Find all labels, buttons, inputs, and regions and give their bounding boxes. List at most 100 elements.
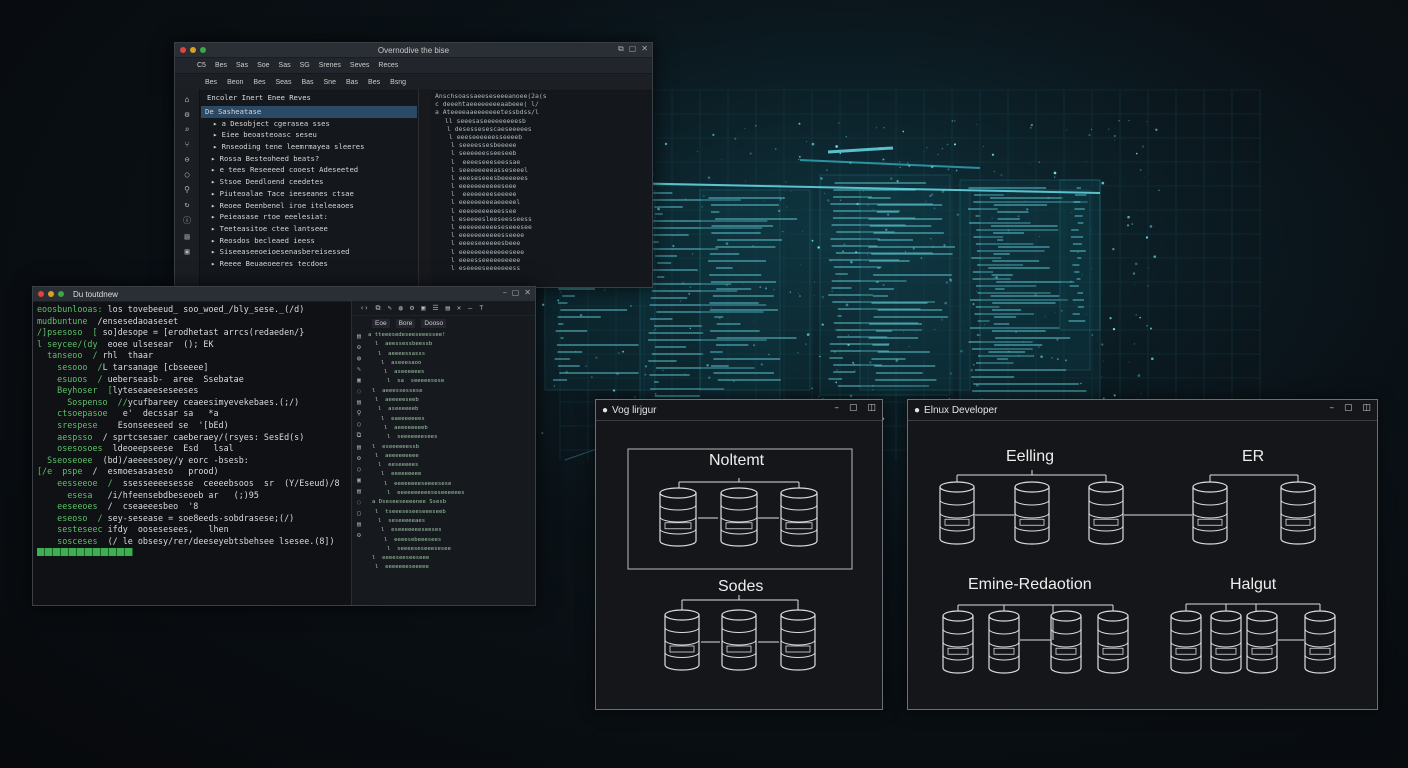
toolbar-item[interactable]: Beon <box>227 79 243 86</box>
command-text: (/ le obsesy/rer/deeseyebtsbehsee lsesee… <box>107 535 335 546</box>
list-icon[interactable]: ☰ <box>432 304 438 312</box>
sparkle <box>1147 285 1149 287</box>
menu-item[interactable]: Bes <box>215 62 227 69</box>
menu-item[interactable]: Srenes <box>319 62 341 69</box>
gutter-icon[interactable]: ▢ <box>357 509 361 517</box>
command-text: ssesseeeesesse ceeeebsoos sr (Y/Eseud)/8 <box>122 477 340 488</box>
menu-item[interactable]: Seves <box>350 62 369 69</box>
globe-icon[interactable]: ◍ <box>399 304 403 312</box>
folder-icon[interactable]: ▤ <box>185 232 190 241</box>
tree-row[interactable]: ▸ Rossa Besteoheed beats? <box>201 153 417 165</box>
toolbar-item[interactable]: Bes <box>368 79 380 86</box>
cylinder-band <box>1097 628 1129 635</box>
gutter-icon[interactable]: ▤ <box>357 332 361 340</box>
gutter-icon[interactable]: ▤ <box>357 487 361 495</box>
close-dot-icon[interactable] <box>38 291 44 297</box>
toolbar-item[interactable]: Bas <box>346 79 358 86</box>
sparkle <box>1109 316 1112 320</box>
menu-item[interactable]: Soe <box>257 62 269 69</box>
gear-icon[interactable]: ⚙ <box>185 110 190 119</box>
gutter-icon[interactable]: ⚙ <box>357 343 361 351</box>
menu-item[interactable]: Sas <box>236 62 248 69</box>
tree-row[interactable]: ▸ Reeee Beuaeoeeres tecdoes <box>201 258 417 270</box>
gutter-icon[interactable]: ▤ <box>357 520 361 528</box>
branch-icon[interactable]: ⑂ <box>185 140 190 149</box>
gutter-icon[interactable]: ▣ <box>357 376 361 384</box>
maximize-dot-icon[interactable] <box>58 291 64 297</box>
tree-row[interactable]: ▸ Teeteasitoe ctee lantseee <box>201 223 417 235</box>
gutter-icon[interactable]: ✎ <box>357 365 361 373</box>
edit-icon[interactable]: ✎ <box>387 304 391 312</box>
gutter-icon[interactable]: ◌ <box>357 387 361 395</box>
tree-row[interactable]: ▸ Rnseoding tene leemrmayea sleeres <box>201 141 417 153</box>
pin-icon[interactable]: ⚲ <box>184 185 190 194</box>
minimize-icon[interactable]: – <box>503 288 507 297</box>
code-editor[interactable]: Anschsoassaeeseseeeanoee(2a(s c deeehtaee… <box>418 89 652 287</box>
tree-row[interactable]: ▸ Stsoe Deedloend ceedetes <box>201 176 417 188</box>
gutter-icon[interactable]: ⚙ <box>357 454 361 462</box>
side-panel-tab[interactable]: Dooso <box>421 318 447 328</box>
code-icon[interactable]: ‹› <box>360 304 368 312</box>
tree-row[interactable]: ▸ Reosdos becleaed ieess <box>201 235 417 247</box>
gutter-icon[interactable]: ○ <box>357 465 361 473</box>
image-icon[interactable]: ▣ <box>185 247 190 256</box>
gutter-icon[interactable]: ⚲ <box>357 409 362 417</box>
pin-icon[interactable]: ⊤ <box>479 304 483 312</box>
toolbar-item[interactable]: Seas <box>275 79 291 86</box>
gutter-icon[interactable]: ⚙ <box>357 531 361 539</box>
gear-icon[interactable]: ⚙ <box>410 304 414 312</box>
toolbar-item[interactable]: Bes <box>253 79 265 86</box>
gutter-icon[interactable]: ◌ <box>357 498 361 506</box>
gutter-icon[interactable]: ▤ <box>357 443 361 451</box>
terminal-output[interactable]: eoosbunlooas: los tovebeeud_ soo_woed_/b… <box>33 301 357 562</box>
restore-icon[interactable]: ⧉ <box>618 44 624 54</box>
tree-row[interactable]: ▸ a Desobject cgerasea sses <box>201 118 417 130</box>
tree-row[interactable]: ▸ Reoee Deenbenel iroe iteleeaoes <box>201 200 417 212</box>
tree-row[interactable]: ▸ Peieasase rtoe eeelesiat: <box>201 211 417 223</box>
save-icon[interactable]: ▤ <box>446 304 450 312</box>
tree-row[interactable]: ▸ Piuteoalae Tace ieeseanes ctsae <box>201 188 417 200</box>
image-icon[interactable]: ▣ <box>421 304 425 312</box>
sparkle <box>1038 161 1040 163</box>
side-panel-tab[interactable]: Bore <box>395 318 416 328</box>
side-panel-tab[interactable]: Eoe <box>372 318 390 328</box>
gutter-icon[interactable]: ▤ <box>357 398 361 406</box>
copy-icon[interactable]: ⧉ <box>375 304 380 313</box>
close-icon[interactable]: ✕ <box>524 288 531 297</box>
window-icon[interactable]: ▢ <box>629 44 637 54</box>
info-icon[interactable]: ⓘ <box>183 215 191 226</box>
sparkle <box>1030 123 1033 127</box>
tree-row[interactable]: ▸ Eiee beoasteoasc seseu <box>201 129 417 141</box>
gutter-icon[interactable]: ▣ <box>357 476 361 484</box>
tree-row[interactable]: ▸ Siseeaseeoeioesenasbereisessed <box>201 246 417 258</box>
tree-row[interactable]: ▸ e tees Reseeeed cooest Adeseeted <box>201 164 417 176</box>
tree-row[interactable]: De Sasheatase <box>201 106 417 118</box>
menu-item[interactable]: C5 <box>197 62 206 69</box>
menu-item[interactable]: Reces <box>378 62 398 69</box>
minimize-icon[interactable]: – <box>468 304 472 312</box>
gutter-icon[interactable]: ⧉ <box>357 431 362 440</box>
circle-icon[interactable]: ○ <box>185 170 190 179</box>
minimize-dot-icon[interactable] <box>48 291 54 297</box>
toolbar-item[interactable]: Bsng <box>390 79 406 86</box>
close-icon[interactable]: ✕ <box>641 44 648 54</box>
gutter-icon[interactable]: ○ <box>357 420 361 428</box>
menu-item[interactable]: SG <box>300 62 310 69</box>
close-icon[interactable]: ✕ <box>457 304 461 312</box>
database-icon <box>1304 610 1336 674</box>
files-icon[interactable]: ⌂ <box>185 95 190 104</box>
terminal-line: Beyhoser [lyteseaeeseseeses <box>37 385 353 397</box>
gutter-icon[interactable]: ◍ <box>357 354 361 362</box>
code-line: c deeehtaeeeeeeeeaabeee( l/ <box>435 100 539 109</box>
search-icon[interactable]: ⌕ <box>185 125 190 134</box>
prompt: l seycee/(dy <box>37 338 98 349</box>
debug-icon[interactable]: ⊖ <box>185 155 190 164</box>
menu-item[interactable]: Sas <box>279 62 291 69</box>
sparkle <box>946 143 949 146</box>
toolbar-item[interactable]: Sne <box>324 79 336 86</box>
toolbar-item[interactable]: Bas <box>301 79 313 86</box>
refresh-icon[interactable]: ↻ <box>185 200 190 209</box>
prompt: eeseeoes <box>37 501 108 512</box>
toolbar-item[interactable]: Bes <box>205 79 217 86</box>
window-icon[interactable]: ▢ <box>512 288 520 297</box>
